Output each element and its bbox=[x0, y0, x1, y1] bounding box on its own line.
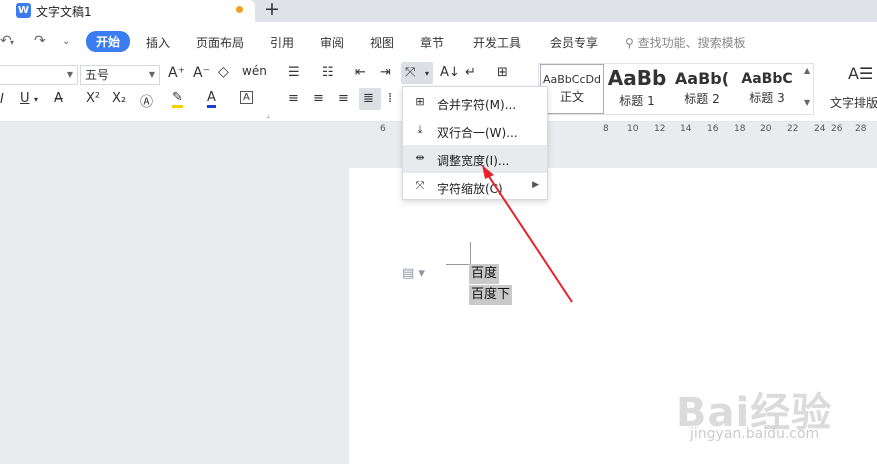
watermark-url: jingyan.baidu.com bbox=[690, 426, 820, 442]
arrow-head bbox=[482, 165, 494, 179]
arrow-shaft bbox=[485, 171, 573, 303]
